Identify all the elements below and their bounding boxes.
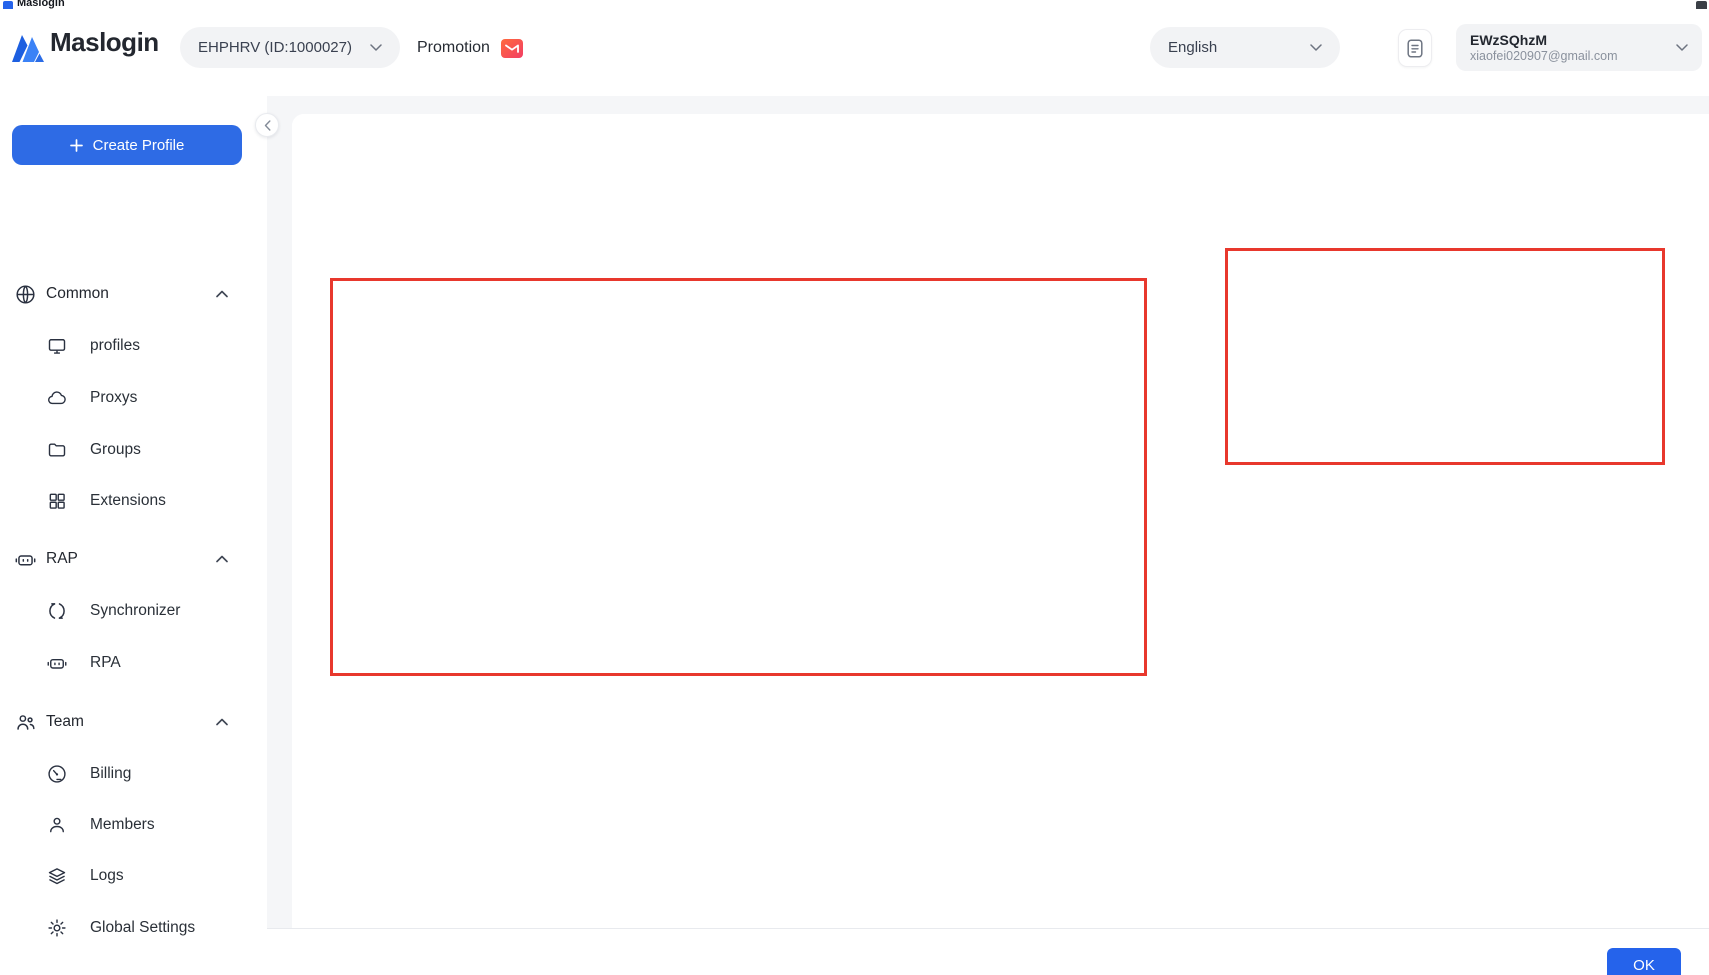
promotion-link[interactable]: Promotion (417, 33, 523, 63)
ok-button[interactable]: OK (1607, 948, 1681, 975)
team-icon (14, 711, 36, 733)
robot-icon (46, 652, 68, 674)
sidebar-item-members[interactable]: Members (0, 805, 252, 845)
chevron-down-icon (370, 44, 382, 51)
chevron-up-icon (216, 555, 228, 563)
user-email: xiaofei020907@gmail.com (1470, 49, 1676, 64)
sidebar-item-profiles[interactable]: profiles (0, 326, 252, 366)
sidebar-section-label: RAP (46, 550, 78, 568)
sidebar-item-groups[interactable]: Groups (0, 430, 252, 470)
window-title: Maslogin (17, 0, 65, 9)
sidebar-item-label: Members (90, 816, 155, 834)
window-title-strip: Maslogin (0, 0, 1709, 9)
workspace-label: EHPHRV (ID:1000027) (198, 39, 360, 56)
sidebar-section-common[interactable]: Common (0, 274, 252, 314)
create-profile-label: Create Profile (93, 137, 185, 154)
gauge-icon (46, 763, 68, 785)
sidebar-item-global-settings[interactable]: Global Settings (0, 908, 252, 948)
sidebar-item-label: RPA (90, 654, 121, 672)
person-icon (46, 814, 68, 836)
grid-icon (46, 490, 68, 512)
plus-icon (70, 139, 83, 152)
envelope-icon (501, 39, 523, 58)
layers-icon (46, 865, 68, 887)
chevron-up-icon (216, 718, 228, 726)
folder-icon (46, 439, 68, 461)
chevron-up-icon (216, 290, 228, 298)
sidebar-item-label: Groups (90, 441, 141, 459)
brand-name: Maslogin (50, 27, 159, 57)
sidebar-section-label: Team (46, 713, 84, 731)
robot-icon (14, 548, 36, 570)
sidebar-item-label: profiles (90, 337, 140, 355)
sidebar-item-billing[interactable]: Billing (0, 754, 252, 794)
footer-bar: OK (267, 928, 1709, 975)
user-account-menu[interactable]: EWzSQhzM xiaofei020907@gmail.com (1456, 24, 1702, 71)
ok-label: OK (1633, 957, 1655, 974)
sidebar: Create Profile Common profiles Proxys Gr… (0, 96, 267, 975)
sidebar-item-logs[interactable]: Logs (0, 856, 252, 896)
chevron-down-icon (1676, 44, 1688, 51)
create-profile-button[interactable]: Create Profile (12, 125, 242, 165)
sidebar-item-subscription-purchase[interactable]: Subscription Purchase (0, 965, 252, 975)
workspace-selector[interactable]: EHPHRV (ID:1000027) (180, 27, 400, 68)
document-icon (1407, 39, 1423, 58)
user-meta: EWzSQhzM xiaofei020907@gmail.com (1470, 32, 1676, 64)
sidebar-section-team[interactable]: Team (0, 702, 252, 742)
sidebar-collapse-button[interactable] (255, 113, 279, 137)
sidebar-item-label: Billing (90, 765, 131, 783)
gear-icon (46, 917, 68, 939)
document-button[interactable] (1398, 29, 1432, 67)
sidebar-item-label: Proxys (90, 389, 137, 407)
sidebar-section-label: Common (46, 285, 109, 303)
sync-icon (46, 600, 68, 622)
app-header: Maslogin EHPHRV (ID:1000027) Promotion E… (0, 9, 1709, 96)
sidebar-section-rap[interactable]: RAP (0, 539, 252, 579)
monitor-icon (46, 335, 68, 357)
sidebar-item-label: Extensions (90, 492, 166, 510)
globe-icon (14, 283, 36, 305)
sidebar-item-label: Synchronizer (90, 602, 180, 620)
sidebar-item-synchronizer[interactable]: Synchronizer (0, 591, 252, 631)
user-name: EWzSQhzM (1470, 32, 1676, 49)
window-control-icon[interactable] (1696, 1, 1707, 9)
sidebar-item-label: Global Settings (90, 919, 195, 937)
sidebar-item-rpa[interactable]: RPA (0, 643, 252, 683)
app-window: Create Profile Common profiles Proxys Gr… (0, 0, 1709, 975)
sidebar-item-proxys[interactable]: Proxys (0, 378, 252, 418)
language-selector[interactable]: English (1150, 27, 1340, 68)
maslogin-logo-icon (11, 33, 45, 63)
sidebar-item-label: Logs (90, 867, 124, 885)
chevron-down-icon (1310, 44, 1322, 51)
chevron-left-icon (264, 120, 271, 131)
promotion-label: Promotion (417, 39, 490, 57)
language-label: English (1168, 39, 1300, 56)
main-content-card (292, 114, 1709, 928)
sidebar-item-extensions[interactable]: Extensions (0, 481, 252, 521)
cloud-icon (46, 387, 68, 409)
app-favicon (3, 1, 13, 9)
